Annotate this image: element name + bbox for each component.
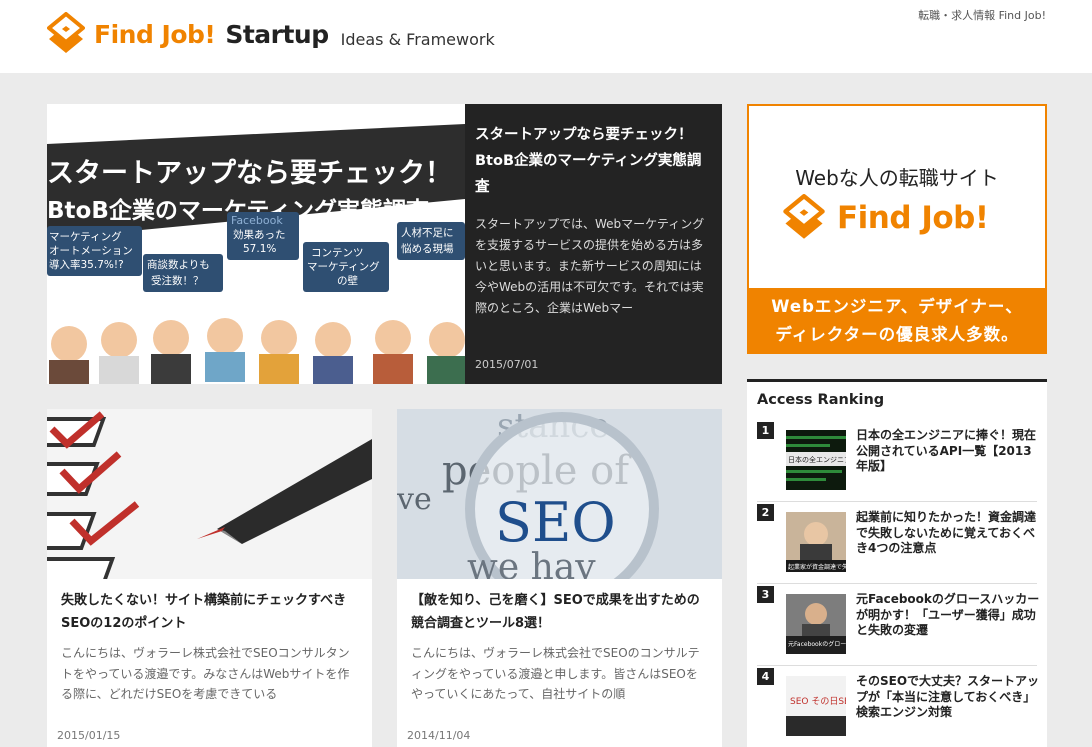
ad-line-1: Webエンジニア、デザイナー、 (771, 297, 1023, 316)
ranking-item-title[interactable]: そのSEOで大丈夫？スタートアップが「本当に注意しておくべき」検索エンジン対策 (856, 674, 1041, 721)
find-job-top-link[interactable]: 転職・求人情報 Find Job! (918, 7, 1046, 23)
featured-article-summary: スタートアップなら要チェック！BtoB企業のマーケティング実態調査 スタートアッ… (465, 104, 722, 384)
checklist-pen-illustration (47, 409, 372, 579)
bubble-hr-line1: 人材不足に (401, 226, 454, 239)
article-card-title[interactable]: 【敵を知り、己を磨く】SEOで成果を出すための競合調査とツール8選！ (411, 589, 708, 635)
find-job-logo-icon (47, 12, 85, 53)
bubble-fb-line2: 効果あった (233, 228, 286, 241)
ranking-thumbnail[interactable]: SEO その日SEOで大丈夫？ スタート 本当に注意しておく (786, 676, 846, 736)
image-word-5: we hav (467, 547, 596, 579)
featured-article-image[interactable]: スタートアップなら要チェック！ BtoB企業のマーケティング実態調査 マーケティ… (47, 104, 465, 384)
bubble-ma-line2: オートメーション (49, 245, 133, 257)
article-card[interactable]: 失敗したくない！サイト構築前にチェックすべきSEOの12のポイント こんにちは、… (47, 409, 372, 747)
bubble-content-line3: の壁 (337, 274, 358, 287)
article-card-date: 2015/01/15 (57, 729, 121, 742)
image-headline-1: スタートアップなら要チェック！ (47, 158, 452, 189)
thumbnail-caption: SEO その日SEOで大丈夫？ スタート 本当に注意しておく (790, 695, 846, 707)
featured-article-title[interactable]: スタートアップなら要チェック！BtoB企業のマーケティング実態調査 (475, 122, 710, 200)
featured-article[interactable]: スタートアップなら要チェック！ BtoB企業のマーケティング実態調査 マーケティ… (47, 104, 722, 384)
thumbnail-caption: 元Facebookのグロースハッカー ユーザー獲得 成功と失敗 (788, 640, 846, 648)
ranking-thumbnail[interactable]: 起業家が資金調達で失敗しないために (786, 512, 846, 572)
article-card-date: 2014/11/04 (407, 729, 471, 742)
ranking-item-title[interactable]: 起業前に知りたかった！資金調達で失敗しないために覚えておくべき4つの注意点 (856, 510, 1041, 557)
article-card-excerpt: こんにちは、ヴォラーレ株式会社でSEOのコンサルティングをやっている渡邉と申しま… (411, 646, 700, 701)
ranking-thumbnail[interactable]: 元Facebookのグロースハッカー ユーザー獲得 成功と失敗 (786, 594, 846, 654)
logo-brand: Find Job! (94, 19, 216, 49)
ranking-thumbnail[interactable]: 日本の全エンジニアに (786, 430, 846, 490)
bubble-fb-line1: Facebook (231, 214, 283, 227)
ranking-item[interactable]: 3 元Facebookのグロースハッカー ユーザー獲得 成功と失敗 元Faceb… (757, 584, 1039, 666)
bubble-ma-line3: 導入率35.7%!? (49, 258, 124, 271)
bubble-deal-line1: 商談数よりも (147, 258, 210, 271)
article-card-image[interactable] (47, 409, 372, 579)
article-card[interactable]: stance. people of ve SEO we hav 【敵を知り、己を… (397, 409, 722, 747)
ad-brand: Find Job! (837, 200, 989, 236)
article-card-excerpt: こんにちは、ヴォラーレ株式会社でSEOコンサルタントをやっている渡邉です。みなさ… (61, 646, 350, 701)
ranking-title: Access Ranking (757, 392, 885, 408)
image-word-4: ve (397, 482, 432, 517)
seo-magnifier-illustration: stance. people of ve SEO we hav (397, 409, 722, 579)
bubble-deal-line2: 受注数！？ (151, 274, 204, 287)
bubble-hr-line2: 悩める現場 (401, 242, 454, 255)
find-job-logo-icon (783, 194, 825, 239)
access-ranking: Access Ranking 1 日本の全エンジニアに 日本の全エンジニアに捧ぐ… (747, 379, 1047, 747)
featured-article-date: 2015/07/01 (475, 358, 539, 371)
site-header: Find Job! Startup Ideas & Framework 転職・求… (0, 0, 1092, 73)
ranking-item-title[interactable]: 日本の全エンジニアに捧ぐ！現在公開されているAPI一覧【2013年版】 (856, 428, 1041, 475)
article-card-title[interactable]: 失敗したくない！サイト構築前にチェックすべきSEOの12のポイント (61, 589, 358, 635)
speaker-photo-thumbnail: 起業家が資金調達で失敗しないために (786, 512, 846, 572)
rank-number: 1 (757, 422, 774, 439)
marketing-survey-illustration: スタートアップなら要チェック！ BtoB企業のマーケティング実態調査 マーケティ… (47, 104, 465, 384)
seo-thumbnail: SEO その日SEOで大丈夫？ スタート 本当に注意しておく (786, 676, 846, 736)
ranking-item[interactable]: 2 起業家が資金調達で失敗しないために 起業前に知りたかった！資金調達で失敗しな… (757, 502, 1037, 584)
bubble-content-line1: コンテンツ (311, 247, 364, 259)
ad-tagline: Webな人の転職サイト (795, 166, 999, 190)
code-screen-thumbnail: 日本の全エンジニアに (786, 430, 846, 490)
ranking-item[interactable]: 4 SEO その日SEOで大丈夫？ スタート 本当に注意しておく そのSEOで大… (757, 666, 1039, 747)
thumbnail-caption: 起業家が資金調達で失敗しないために (788, 563, 846, 571)
logo-site-name: Startup (225, 19, 329, 49)
ad-logo: Find Job! (783, 194, 989, 242)
image-word-seo: SEO (495, 491, 616, 554)
ad-line-2: ディレクターの優良求人多数。 (775, 325, 1019, 344)
rank-number: 4 (757, 668, 774, 685)
thumbnail-caption: 日本の全エンジニアに (788, 455, 846, 464)
article-card-image[interactable]: stance. people of ve SEO we hav (397, 409, 722, 579)
bubble-ma-line1: マーケティング (49, 230, 122, 243)
rank-number: 3 (757, 586, 774, 603)
site-logo[interactable]: Find Job! Startup Ideas & Framework (47, 12, 495, 56)
ranking-item-title[interactable]: 元Facebookのグロースハッカーが明かす！「ユーザー獲得」成功と失敗の変遷 (856, 592, 1041, 639)
ad-bottom-band: Webエンジニア、デザイナー、 ディレクターの優良求人多数。 (749, 288, 1045, 352)
bubble-fb-line3: 57.1% (243, 243, 276, 255)
featured-article-excerpt: スタートアップでは、Webマーケティングを支援するサービスの提供を始める方は多い… (475, 217, 705, 315)
ranking-item[interactable]: 1 日本の全エンジニアに 日本の全エンジニアに捧ぐ！現在公開されているAPI一覧… (757, 420, 1037, 502)
find-job-ad-banner[interactable]: Webな人の転職サイト Find Job! Webエンジニア、デザイナー、 ディ… (747, 104, 1047, 354)
growth-hacker-thumbnail: 元Facebookのグロースハッカー ユーザー獲得 成功と失敗 (786, 594, 846, 654)
rank-number: 2 (757, 504, 774, 521)
logo-tagline: Ideas & Framework (340, 29, 495, 49)
bubble-content-line2: マーケティング (307, 260, 380, 273)
